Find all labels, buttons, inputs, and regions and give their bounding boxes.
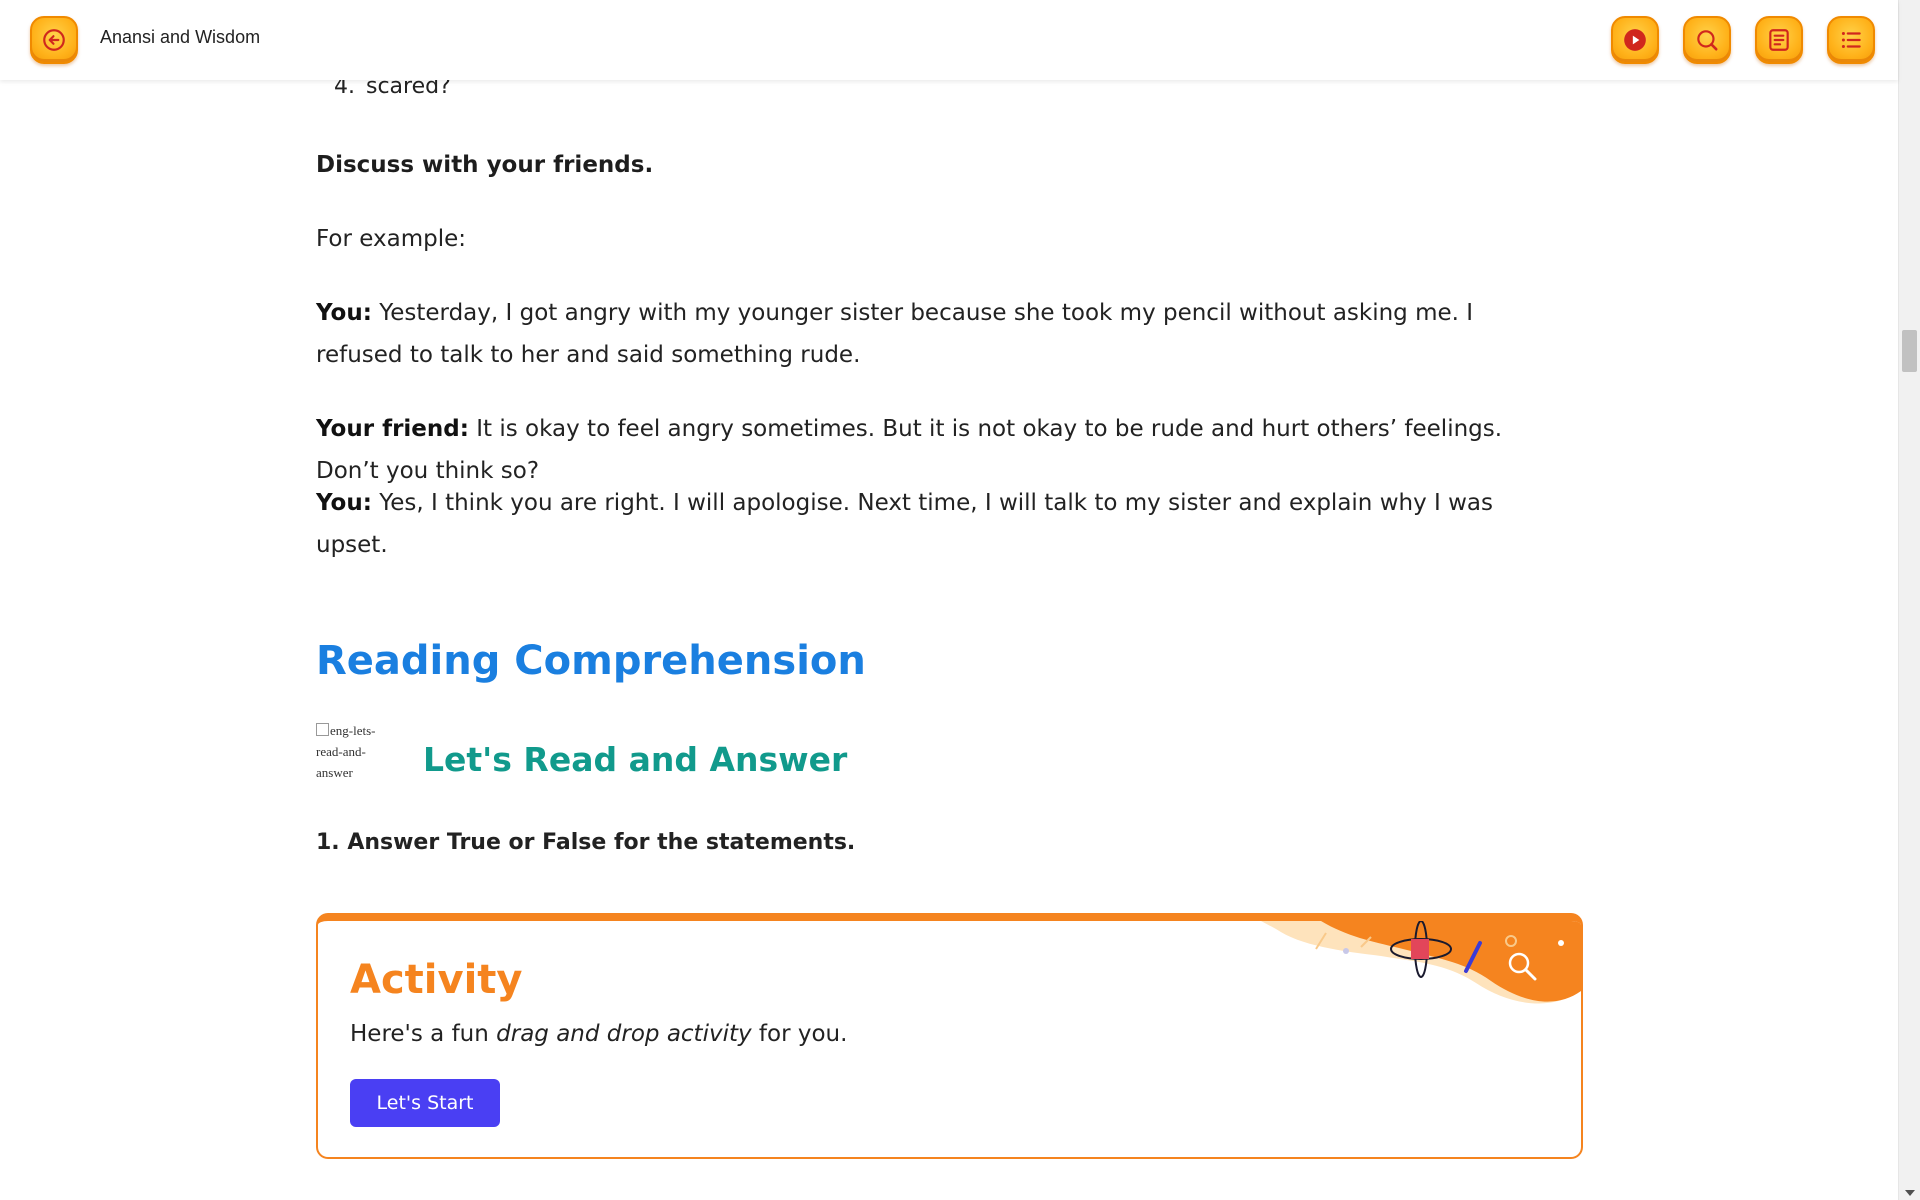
scrollbar-thumb[interactable]: [1902, 330, 1917, 372]
search-button[interactable]: [1683, 16, 1731, 64]
dialogue-text: Yes, I think you are right. I will apolo…: [316, 490, 1493, 558]
dialogue-speaker: Your friend:: [316, 416, 469, 442]
dialogue-text: Yesterday, I got angry with my younger s…: [316, 300, 1474, 368]
search-icon: [1697, 30, 1718, 51]
page-title: Anansi and Wisdom: [100, 27, 261, 47]
section-title: Reading Comprehension: [316, 638, 866, 684]
broken-image: eng-lets-read-and-answer: [316, 720, 388, 783]
activity-card: Activity Here's a fun drag and drop acti…: [316, 913, 1583, 1159]
play-button[interactable]: [1611, 16, 1659, 64]
dialogue-speaker: You:: [316, 300, 372, 326]
discuss-heading: Discuss with your friends.: [316, 152, 654, 178]
dialogue-line: You: Yes, I think you are right. I will …: [316, 482, 1566, 566]
activity-description: Here's a fun drag and drop activity for …: [350, 1021, 847, 1047]
subsection-title: Let's Read and Answer: [423, 740, 848, 779]
dialogue-line: Your friend: It is okay to feel angry so…: [316, 408, 1566, 492]
back-button[interactable]: [30, 16, 78, 64]
broken-image-icon: [316, 723, 329, 736]
activity-desc-end: for you.: [751, 1021, 848, 1047]
arrow-left-icon: [43, 29, 65, 51]
page: Anansi and Wisdom 4. scared? Discuss wit…: [0, 0, 1920, 1200]
list-icon: [1841, 31, 1861, 49]
activity-decoration-icon: [1261, 921, 1581, 1004]
question-text: 1. Answer True or False for the statemen…: [316, 830, 856, 855]
for-example-text: For example:: [316, 226, 466, 252]
start-activity-button[interactable]: Let's Start: [350, 1079, 500, 1127]
activity-desc-emphasis: drag and drop activity: [496, 1021, 752, 1047]
dialogue-speaker: You:: [316, 490, 372, 516]
dialogue-text: It is okay to feel angry sometimes. But …: [316, 416, 1503, 484]
scroll-down-arrow-icon[interactable]: [1905, 1190, 1915, 1196]
menu-button[interactable]: [1827, 16, 1875, 64]
scrollbar[interactable]: [1898, 0, 1920, 1200]
dialogue-line: You: Yesterday, I got angry with my youn…: [316, 292, 1566, 376]
top-bar: Anansi and Wisdom: [0, 0, 1898, 80]
notes-button[interactable]: [1755, 16, 1803, 64]
play-icon: [1624, 29, 1646, 51]
activity-desc-start: Here's a fun: [350, 1021, 497, 1047]
activity-title: Activity: [350, 957, 523, 1003]
notes-icon: [1769, 29, 1789, 51]
